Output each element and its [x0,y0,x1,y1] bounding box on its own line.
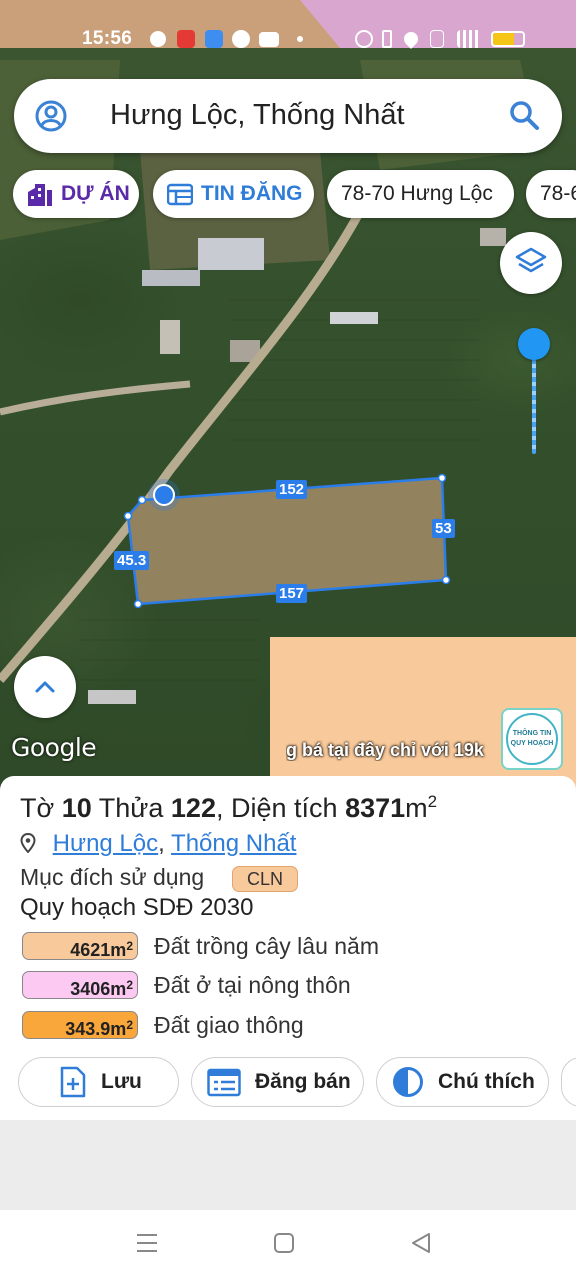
district-link[interactable]: Thống Nhất [171,830,296,857]
layers-button[interactable] [500,232,562,294]
system-nav-bar [0,1210,576,1280]
building-icon [28,184,52,206]
chip-label: DỰ ÁN [61,182,130,205]
legend-label: Chú thích [438,1070,535,1093]
search-query[interactable]: Hưng Lộc, Thống Nhất [110,99,405,132]
back-icon[interactable] [410,1232,432,1254]
messenger-icon [150,31,166,47]
edge-label-top: 152 [276,480,308,499]
post-for-sale-label: Đăng bán [255,1070,351,1093]
status-time: 15:56 [82,28,133,49]
status-bar: 15:56 [0,22,576,56]
expand-panel-button[interactable] [14,656,76,718]
files-icon [205,30,223,48]
search-bar[interactable]: Hưng Lộc, Thống Nhất [14,79,562,153]
area-unit-sup: 2 [427,792,438,811]
legend-button[interactable]: Chú thích [376,1057,549,1107]
video-icon [177,30,195,48]
area-label: Diện tích [231,793,338,823]
opacity-slider-track[interactable] [532,350,536,454]
sheet-label: Tờ [20,793,55,823]
zone-area: 3406m2 [22,971,138,999]
edge-label-right: 53 [432,519,455,538]
purpose-label: Mục đích sử dụng [20,864,205,890]
map-pin-icon [20,833,36,853]
menu-icon[interactable] [136,1232,158,1254]
badge-line2: QUY HOẠCH [510,740,554,747]
chip-address[interactable]: 78-70 Hưng Lộc [327,170,514,218]
dot-icon [297,36,303,42]
save-button[interactable]: Lưu [18,1057,179,1107]
chip-label: TIN ĐĂNG [201,182,303,205]
chip-projects[interactable]: DỰ ÁN [13,170,139,218]
chip-label: 78-70 Hưng Lộc [341,182,493,205]
post-for-sale-button[interactable]: Đăng bán [191,1057,364,1107]
parcel-info-panel: Tờ 10 Thửa 122, Diện tích 8371m2 Hưng Lộ… [0,776,576,1120]
lot-label: Thửa [98,793,164,823]
volte-icon [430,30,444,48]
half-circle-icon [393,1067,423,1097]
chip-address[interactable]: 78-6 [526,170,576,218]
planning-title: Quy hoạch SDĐ 2030 [20,894,254,921]
browser-icon [232,30,250,48]
badge-ring [506,713,558,765]
bluetooth-icon [382,30,392,48]
commune-link[interactable]: Hưng Lộc [53,830,158,857]
purpose-code-tag: CLN [232,866,298,892]
parcel-location: Hưng Lộc, Thống Nhất [20,830,296,858]
alarm-icon [355,30,373,48]
opacity-slider-knob[interactable] [518,328,550,360]
badge-line1: THÔNG TIN [512,730,552,737]
signal-4g-icon [457,30,483,48]
area-value: 8371 [345,793,406,823]
sheet-number: 10 [61,793,92,823]
edge-label-left: 45.3 [114,551,150,570]
edge-label-bottom: 157 [276,584,308,603]
layers-icon [515,247,547,273]
lot-number: 122 [170,793,216,823]
listing-icon [167,183,193,206]
parcel-title: Tờ 10 Thửa 122, Diện tích 8371m2 [20,792,438,823]
planning-info-badge[interactable]: THÔNG TIN QUY HOẠCH [501,708,563,770]
location-icon [401,29,421,49]
promo-banner[interactable]: g bá tại đây chỉ với 19k [286,740,504,761]
calendar-list-icon [207,1068,241,1097]
google-attribution: Google [11,733,97,762]
zone-label: Đất giao thông [154,1012,304,1038]
area-unit: m [405,793,428,823]
zone-area: 4621m2 [22,932,138,960]
account-icon[interactable] [34,99,68,133]
empty-area [0,1120,576,1210]
chip-label: 78-6 [540,182,576,205]
home-icon[interactable] [273,1232,295,1254]
save-label: Lưu [101,1070,142,1093]
search-icon[interactable] [508,99,540,131]
zone-label: Đất ở tại nông thôn [154,972,351,998]
youtube-icon [259,32,279,47]
battery-icon [491,31,525,47]
zone-area: 343.9m2 [22,1011,138,1039]
more-actions-button[interactable] [561,1057,576,1107]
zone-label: Đất trồng cây lâu năm [154,933,380,959]
chip-listings[interactable]: TIN ĐĂNG [153,170,314,218]
add-file-icon [60,1066,86,1098]
chevron-up-icon [35,681,55,693]
